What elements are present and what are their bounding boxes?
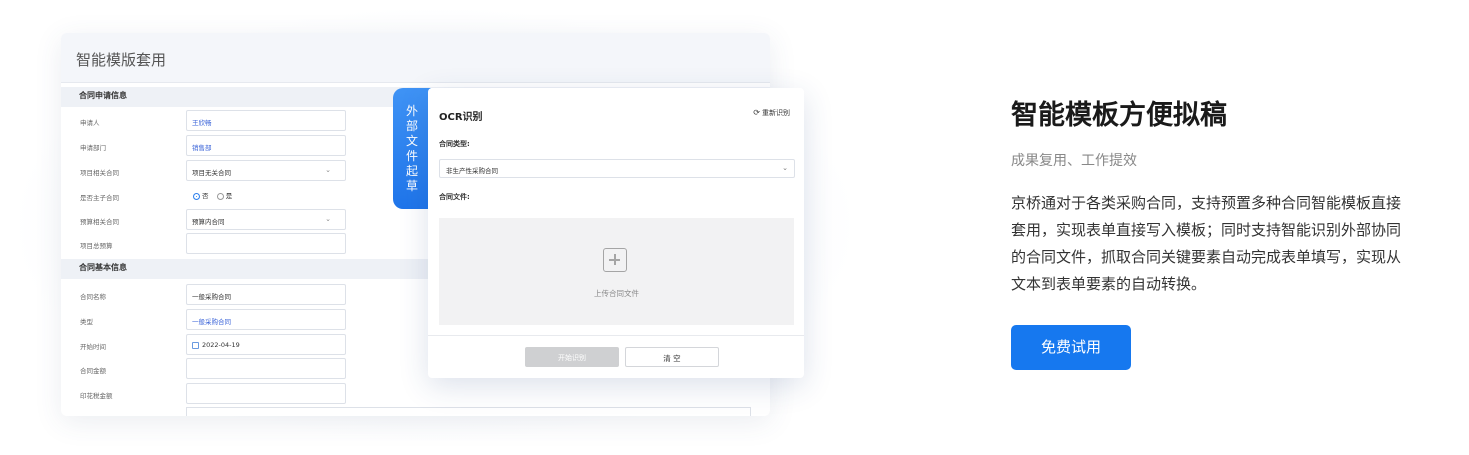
page: 智能模版套用 合同申请信息 申请人 王欣畅 申请部门 销售部 项目相关合同 项目… (0, 0, 1469, 455)
textarea-edge (186, 407, 751, 416)
field-label: 类型 (80, 318, 93, 326)
clear-button[interactable]: 清 空 (625, 347, 719, 367)
select-value: 项目无关合同 (192, 169, 231, 177)
contract-type-label: 合同类型: (439, 140, 470, 148)
ocr-title: OCR识别 (439, 112, 483, 123)
date-value: 2022-04-19 (202, 341, 240, 349)
field-label: 申请部门 (80, 144, 106, 152)
external-draft-tab[interactable]: 外部文件起草 (393, 88, 431, 209)
contract-type-field[interactable]: 一般采购合同 (186, 309, 346, 330)
select-value: 非生产性采购合同 (446, 167, 498, 175)
feature-subtitle: 成果复用、工作提效 (1011, 153, 1137, 169)
contract-file-label: 合同文件: (439, 193, 470, 201)
product-illustration: 智能模版套用 合同申请信息 申请人 王欣畅 申请部门 销售部 项目相关合同 项目… (0, 0, 860, 455)
field-label: 是否主子合同 (80, 194, 119, 202)
calendar-icon (192, 341, 199, 349)
start-recognition-button[interactable]: 开始识别 (525, 347, 619, 367)
select-value: 预算内合同 (192, 218, 225, 226)
field-label: 项目相关合同 (80, 169, 119, 177)
add-file-icon (603, 248, 627, 272)
start-date-field[interactable]: 2022-04-19 (186, 334, 346, 355)
contract-amount-field[interactable] (186, 358, 346, 379)
field-label: 开始时间 (80, 343, 106, 351)
upload-text: 上传合同文件 (594, 289, 639, 298)
divider (428, 335, 804, 336)
upload-area[interactable]: 上传合同文件 (439, 218, 794, 325)
feature-headline: 智能模板方便拟稿 (1011, 100, 1227, 131)
field-label: 预算相关合同 (80, 218, 119, 226)
feature-description: 京桥通对于各类采购合同，支持预置多种合同智能模板直接套用，实现表单直接写入模板；… (1011, 194, 1402, 293)
applicant-field[interactable]: 王欣畅 (186, 110, 346, 131)
chevron-down-icon: ⌄ (782, 164, 788, 172)
budget-contract-select[interactable]: 预算内合同 ⌄ (186, 209, 346, 230)
radio-label: 否 (202, 192, 209, 200)
chevron-down-icon: ⌄ (325, 215, 331, 223)
field-label: 合同金额 (80, 367, 106, 375)
total-budget-field[interactable] (186, 233, 346, 254)
radio-no[interactable] (193, 192, 200, 200)
ocr-panel: OCR识别 ⟳ 重新识别 合同类型: 非生产性采购合同 ⌄ 合同文件: 上传合同文… (428, 88, 804, 378)
field-label: 申请人 (80, 119, 100, 127)
re-recognize-button[interactable]: ⟳ 重新识别 (753, 108, 790, 118)
form-title: 智能模版套用 (76, 51, 167, 69)
contract-name-field[interactable]: 一般采购合同 (186, 284, 346, 305)
contract-type-select[interactable]: 非生产性采购合同 ⌄ (439, 159, 795, 178)
side-tab-label: 外部文件起草 (405, 104, 418, 193)
stamp-tax-field[interactable] (186, 383, 346, 404)
radio-label: 是 (225, 192, 233, 200)
project-contract-select[interactable]: 项目无关合同 ⌄ (186, 160, 346, 181)
field-label: 印花税金额 (80, 392, 113, 400)
re-recognize-label: 重新识别 (762, 109, 790, 117)
refresh-icon: ⟳ (753, 108, 760, 117)
form-row: 印花税金额 (61, 383, 770, 405)
radio-yes[interactable] (216, 192, 224, 200)
chevron-down-icon: ⌄ (325, 166, 331, 174)
field-label: 项目总预算 (80, 242, 113, 250)
department-field[interactable]: 销售部 (186, 135, 346, 156)
free-trial-button[interactable]: 免费试用 (1011, 325, 1131, 370)
main-sub-radio-group: 否 是 (193, 190, 232, 200)
form-title-bar: 智能模版套用 (61, 33, 770, 83)
field-label: 合同名称 (80, 293, 106, 301)
